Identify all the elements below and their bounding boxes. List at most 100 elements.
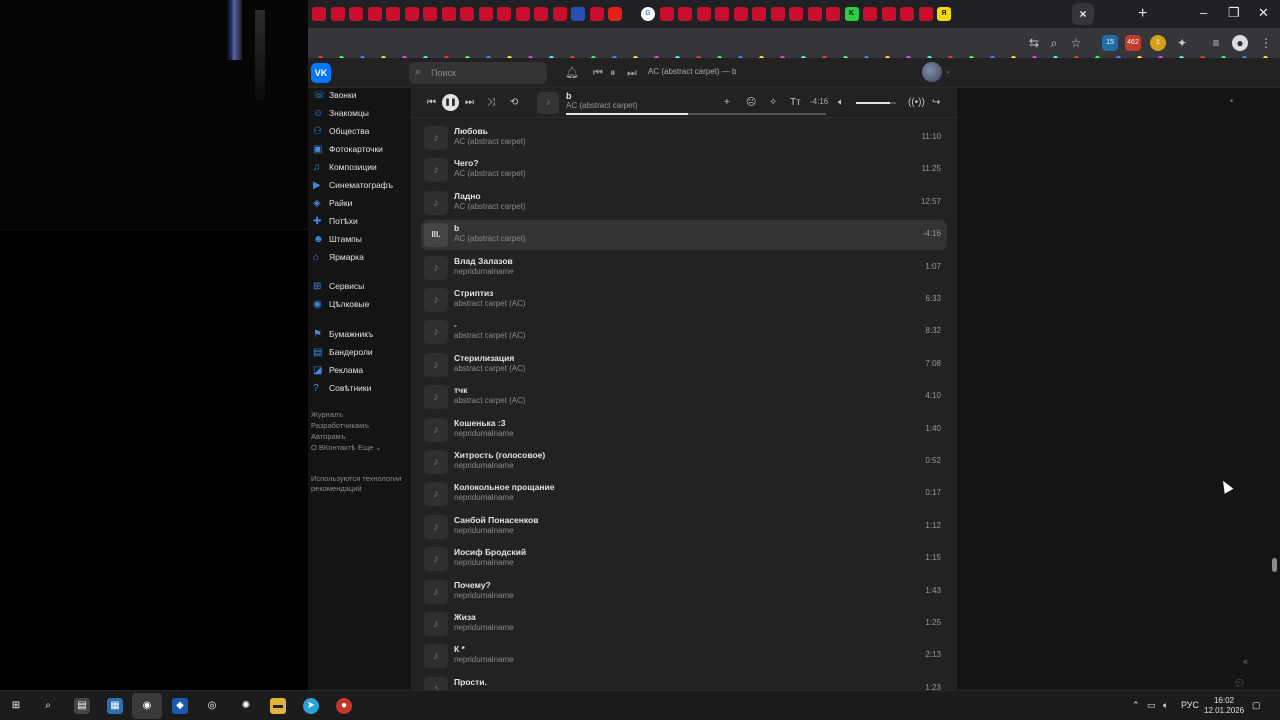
- notifications-bell-icon[interactable]: 🔔︎: [565, 66, 579, 80]
- vk-tab-icon[interactable]: [423, 7, 437, 21]
- equalizer-icon[interactable]: Ill.: [424, 223, 448, 248]
- track-row[interactable]: ♪ Ладно AC (abstract carpet) 12:57: [421, 188, 947, 218]
- scrollbar-thumb[interactable]: [1272, 558, 1277, 572]
- track-artist[interactable]: AC (abstract carpet): [454, 202, 526, 211]
- music-note-icon[interactable]: ♪: [424, 482, 448, 507]
- track-title[interactable]: тчк: [454, 385, 467, 395]
- zoom-icon[interactable]: ⌕: [1046, 35, 1062, 51]
- music-note-icon[interactable]: ♪: [424, 126, 448, 150]
- broadcast-icon[interactable]: ((•)): [908, 97, 925, 109]
- start-icon[interactable]: ⊞: [8, 698, 24, 714]
- dislike-icon[interactable]: ☹: [746, 97, 756, 109]
- track-row[interactable]: ♪ тчк abstract carpet (AC) 4:10: [421, 382, 947, 412]
- track-title[interactable]: Жиза: [454, 612, 476, 622]
- track-title[interactable]: b: [454, 223, 459, 233]
- volume-icon[interactable]: 🔈︎: [838, 97, 844, 109]
- sidebar-item-15[interactable]: ? Совѣтники: [313, 381, 408, 397]
- track-row[interactable]: ♪ Любовь AC (abstract carpet) 11:10: [421, 123, 947, 153]
- sidebar-item-10[interactable]: ⊞ Сервисы: [313, 279, 408, 295]
- music-note-icon[interactable]: ♪: [424, 352, 448, 377]
- search-input[interactable]: [431, 65, 541, 81]
- vk-tab-icon[interactable]: [770, 7, 785, 21]
- vk-tab-icon[interactable]: [589, 7, 604, 21]
- track-row[interactable]: ♪ К * nepridumalname 2:13: [421, 641, 947, 671]
- vk-tab-icon[interactable]: [826, 7, 840, 21]
- vk-tab-icon[interactable]: [349, 7, 363, 21]
- volume-slider[interactable]: [856, 102, 896, 104]
- track-artist[interactable]: AC (abstract carpet): [454, 137, 526, 146]
- vk-tab-icon[interactable]: [441, 7, 456, 21]
- vk-tab-icon[interactable]: [460, 7, 474, 21]
- sidebar-item-11[interactable]: ◉ Цѣлковые: [313, 297, 408, 313]
- vk-logo[interactable]: VK: [311, 63, 331, 83]
- share-icon[interactable]: ↪: [932, 97, 940, 109]
- notifications-icon[interactable]: ▢: [1252, 700, 1261, 711]
- extension-badge-icon[interactable]: 15: [1102, 35, 1118, 51]
- footer-link[interactable]: Журналъ: [311, 410, 343, 419]
- calculator-icon[interactable]: ▦: [107, 698, 123, 714]
- repeat-icon[interactable]: ⟲: [510, 97, 518, 109]
- vk-tab-icon[interactable]: [659, 7, 674, 21]
- lyrics-icon[interactable]: Тт: [790, 97, 801, 109]
- music-note-icon[interactable]: ♪: [424, 158, 448, 183]
- vk-tab-icon[interactable]: [534, 7, 548, 21]
- extension-badge-icon[interactable]: 1: [1150, 35, 1166, 51]
- footer-note[interactable]: рекомендаций: [311, 484, 362, 493]
- previous-track-icon[interactable]: ⏮︎: [427, 97, 436, 109]
- app-icon[interactable]: ●: [336, 698, 352, 714]
- sidebar-item-3[interactable]: ▣ Фотокарточки: [313, 142, 408, 158]
- track-title[interactable]: Почему?: [454, 580, 491, 590]
- track-title[interactable]: Санбой Понасенков: [454, 515, 538, 525]
- track-title[interactable]: Иосиф Бродский: [454, 547, 526, 557]
- track-row[interactable]: ♪ Прости. 1:23: [421, 674, 947, 690]
- track-title[interactable]: Колокольное прощание: [454, 482, 554, 492]
- vk-tab-icon[interactable]: [715, 7, 729, 21]
- music-note-icon[interactable]: ♪: [424, 612, 448, 636]
- track-title[interactable]: Стерилизация: [454, 353, 514, 363]
- chevron-down-icon[interactable]: ⌄: [945, 66, 952, 75]
- translate-icon[interactable]: ⇆: [1026, 35, 1042, 51]
- footer-link[interactable]: О ВКонтактѣ: [311, 443, 356, 452]
- music-note-icon[interactable]: ♪: [424, 190, 448, 215]
- youtube-tab-icon[interactable]: [608, 7, 622, 21]
- track-row[interactable]: ♪ Стерилизация abstract carpet (AC) 7:08: [421, 350, 947, 380]
- sidebar-item-7[interactable]: ✚ Потѣхи: [313, 214, 408, 230]
- footer-link[interactable]: Разработчикамъ: [311, 421, 369, 430]
- sidebar-item-12[interactable]: ⚑ Бумажникъ: [313, 327, 408, 343]
- track-title[interactable]: Кошенька :3: [454, 418, 505, 428]
- sidebar-item-2[interactable]: ⚇ Общества: [313, 124, 408, 140]
- vk-tab-icon[interactable]: [386, 7, 400, 21]
- steam-icon[interactable]: ◎: [204, 698, 220, 714]
- track-row[interactable]: ♪ Хитрость (голосовое) nepridumalname 0:52: [421, 447, 947, 477]
- track-row[interactable]: ♪ Колокольное прощание nepridumalname 0:17: [421, 479, 947, 509]
- language-indicator[interactable]: РУС: [1181, 700, 1199, 710]
- music-note-icon[interactable]: ♪: [424, 514, 448, 539]
- active-tab-close-button[interactable]: ×: [1072, 3, 1094, 25]
- track-row[interactable]: Ill. b AC (abstract carpet) -4:16: [421, 220, 947, 251]
- vk-tab-icon[interactable]: [678, 7, 692, 21]
- vk-tab-icon[interactable]: [900, 7, 914, 21]
- chat-icon[interactable]: 💬︎: [1234, 678, 1245, 689]
- footer-note[interactable]: Используются технологии: [311, 474, 401, 483]
- search-icon[interactable]: ⌕: [40, 698, 56, 714]
- chevron-up-icon[interactable]: ⌃: [1132, 700, 1140, 711]
- sidebar-item-14[interactable]: ◪ Реклама: [313, 363, 408, 379]
- player-track-title[interactable]: b: [566, 91, 572, 101]
- explorer-icon[interactable]: ▤: [74, 698, 90, 714]
- sidebar-item-1[interactable]: ☺ Знакомцы: [313, 106, 408, 122]
- avatar[interactable]: [922, 62, 942, 82]
- network-icon[interactable]: ▭: [1147, 700, 1156, 711]
- extensions-puzzle-icon[interactable]: ✦: [1174, 35, 1190, 51]
- track-artist[interactable]: abstract carpet (AC): [454, 396, 526, 405]
- track-artist[interactable]: abstract carpet (AC): [454, 331, 526, 340]
- vk-tab-icon[interactable]: [571, 7, 585, 21]
- track-artist[interactable]: nepridumalname: [454, 526, 514, 535]
- track-artist[interactable]: nepridumalname: [454, 623, 514, 632]
- vk-tab-icon[interactable]: [330, 7, 345, 21]
- sidebar-item-13[interactable]: ▤ Бандероли: [313, 345, 408, 361]
- pause-button[interactable]: ❚❚: [442, 94, 459, 111]
- sidebar-item-6[interactable]: ◈ Райки: [313, 196, 408, 212]
- track-artist[interactable]: nepridumalname: [454, 461, 514, 470]
- track-artist[interactable]: nepridumalname: [454, 429, 514, 438]
- yandex-tab-icon[interactable]: Я: [937, 7, 951, 21]
